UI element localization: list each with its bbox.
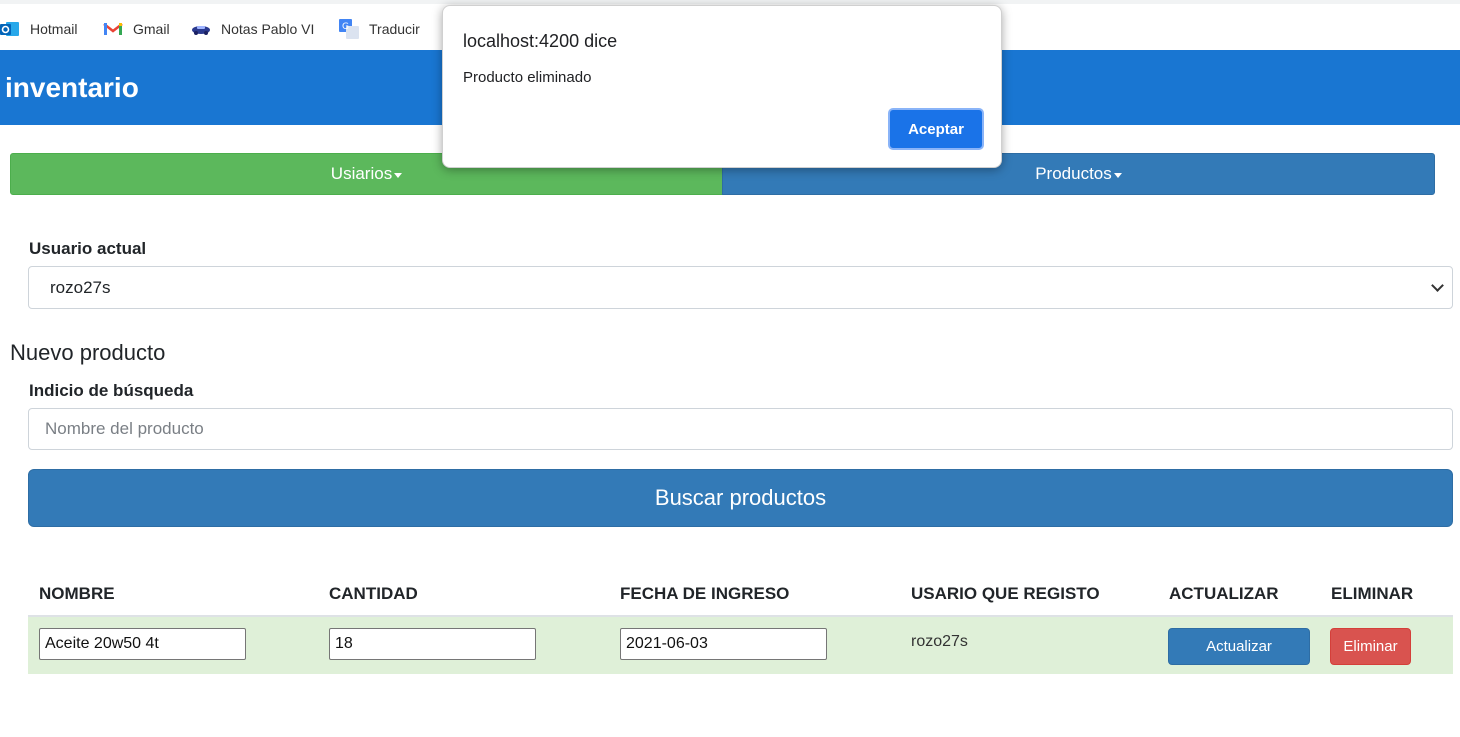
column-header-actualizar: ACTUALIZAR: [1169, 584, 1279, 603]
delete-button[interactable]: Eliminar: [1330, 628, 1411, 665]
svg-text:G: G: [342, 22, 349, 32]
car-icon: [192, 26, 210, 35]
caret-down-icon: [394, 173, 403, 178]
column-header-cantidad: CANTIDAD: [329, 584, 418, 603]
bookmark-label: Hotmail: [30, 21, 78, 37]
dialog-ok-button[interactable]: Aceptar: [888, 108, 984, 150]
table-row: rozo27s Actualizar Eliminar: [28, 617, 1453, 674]
nav-usuarios-label: Usiarios: [330, 164, 393, 183]
product-quantity-input[interactable]: [329, 628, 536, 660]
column-header-fecha: FECHA DE INGRESO: [620, 584, 790, 603]
bookmark-hotmail[interactable]: Hotmail: [0, 18, 77, 40]
column-header-usuario: USARIO QUE REGISTO: [911, 584, 1100, 603]
search-button[interactable]: Buscar productos: [28, 469, 1453, 527]
chevron-down-icon: [1431, 279, 1444, 292]
outlook-icon: [0, 22, 19, 36]
product-name-input[interactable]: [39, 628, 246, 660]
column-header-nombre: NOMBRE: [39, 584, 115, 603]
search-input[interactable]: [28, 408, 1453, 450]
column-header-eliminar: ELIMINAR: [1331, 584, 1414, 603]
nav-productos-label: Productos: [1035, 164, 1112, 183]
user-select[interactable]: rozo27s: [28, 266, 1453, 309]
app-title: inventario: [5, 72, 139, 103]
caret-down-icon: [1113, 173, 1122, 178]
bookmark-notas[interactable]: Notas Pablo VI: [191, 18, 314, 40]
gmail-icon: [103, 23, 123, 35]
user-select-value: rozo27s: [50, 278, 111, 297]
user-label: Usuario actual: [29, 239, 147, 258]
bookmark-traducir[interactable]: G Traducir: [339, 18, 420, 40]
dialog-message: Producto eliminado: [463, 69, 592, 86]
search-label: Indicio de búsqueda: [29, 381, 194, 400]
product-date-input[interactable]: [620, 628, 827, 660]
bookmark-label: Gmail: [133, 21, 170, 37]
alert-dialog: localhost:4200 dice Producto eliminado A…: [442, 5, 1002, 168]
product-registered-user: rozo27s: [911, 633, 968, 650]
bookmark-label: Traducir: [369, 21, 420, 37]
bookmark-label: Notas Pablo VI: [221, 21, 315, 37]
section-title: Nuevo producto: [10, 340, 166, 365]
bookmark-gmail[interactable]: Gmail: [103, 18, 170, 40]
translate-icon: G: [339, 19, 359, 39]
update-button[interactable]: Actualizar: [1168, 628, 1310, 665]
dialog-title: localhost:4200 dice: [463, 31, 618, 51]
